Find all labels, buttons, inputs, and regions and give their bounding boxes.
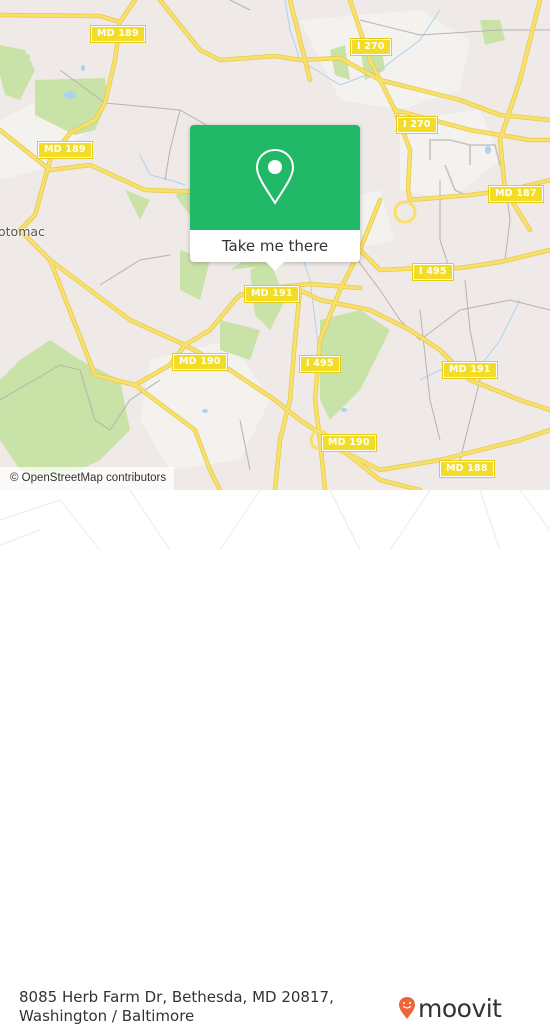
road-shield-md191: MD 191 [244,285,300,303]
road-shield-md190: MD 190 [321,434,377,452]
address-line-1: 8085 Herb Farm Dr, Bethesda, MD 20817, [19,988,334,1006]
road-shield-md189: MD 189 [37,141,93,159]
road-shield-i495: I 495 [412,263,454,281]
road-shield-md191: MD 191 [442,361,498,379]
take-me-there-button[interactable]: Take me there [190,230,360,262]
road-shield-i270: I 270 [350,38,392,56]
address: 8085 Herb Farm Dr, Bethesda, MD 20817, W… [19,988,334,1026]
footer: 8085 Herb Farm Dr, Bethesda, MD 20817, W… [0,490,550,1025]
road-shield-md189: MD 189 [90,25,146,43]
moovit-wordmark: moovit [418,993,502,1023]
moovit-pin-icon [399,997,415,1019]
road-shield-md188: MD 188 [439,460,495,478]
road-shield-md190: MD 190 [172,353,228,371]
popup-pointer [266,262,284,271]
road-shield-i495: I 495 [299,355,341,373]
road-shield-i270: I 270 [396,116,438,134]
moovit-logo[interactable]: moovit [398,990,502,1026]
take-me-there-popup[interactable]: Take me there [190,125,360,271]
place-label-potomac: otomac [0,224,45,239]
map-canvas[interactable]: otomac MD 189 MD 189 I 270 I 270 MD 187 … [0,0,550,490]
footer-background-pattern [0,490,550,550]
map-attribution[interactable]: © OpenStreetMap contributors [0,467,175,490]
road-shield-md187: MD 187 [488,185,544,203]
map-pin-icon [255,148,295,205]
address-line-2: Washington / Baltimore [19,1007,195,1025]
popup-header[interactable] [190,125,360,230]
